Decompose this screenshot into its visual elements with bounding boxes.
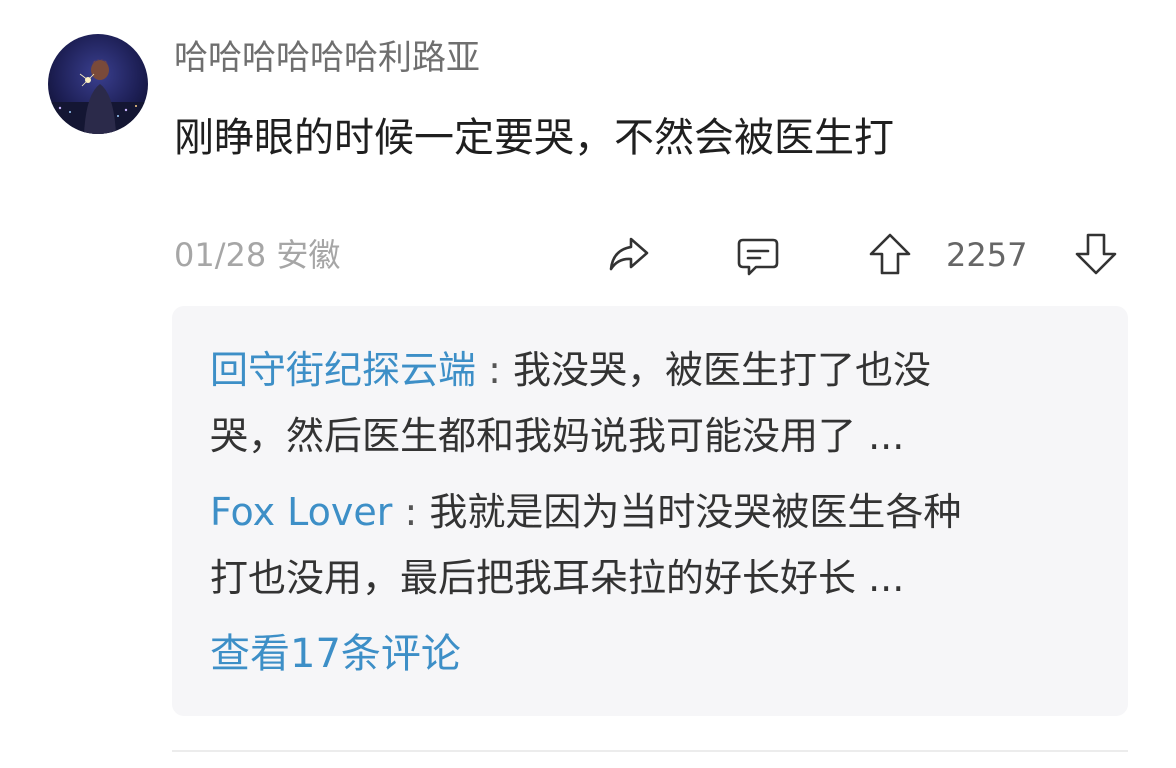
reply-1-text: 我没哭，被医生打了也没 [512,348,931,392]
comment-username[interactable]: 哈哈哈哈哈哈利路亚 [174,34,480,82]
arrow-down-icon [1075,233,1117,275]
divider [172,750,1128,752]
comment-location: 安徽 [276,236,341,274]
reply-2-text: 我就是因为当时没哭被医生各种 [429,490,962,534]
avatar[interactable] [48,34,148,134]
reply-1-author[interactable]: 回守街纪探云端 [210,348,476,392]
comment-meta: 01/28 安徽 [174,232,340,278]
comment-text: 刚睁眼的时候一定要哭，不然会被医生打 [174,115,894,161]
reply-button[interactable] [732,230,784,282]
reply-separator: : [392,490,430,534]
replies-panel: 回守街纪探云端 : 我没哭，被医生打了也没 哭，然后医生都和我妈说我可能没用了 … [172,306,1128,716]
arrow-up-icon [869,233,911,275]
reply-1-line-2[interactable]: 哭，然后医生都和我妈说我可能没用了 ... [210,402,904,470]
share-icon [609,237,649,271]
reply-2-line-1[interactable]: Fox Lover : 我就是因为当时没哭被医生各种 [210,478,961,546]
comment-icon [737,238,779,276]
avatar-night-city-image [48,34,148,134]
vote-count: 2257 [946,236,1028,274]
reply-1-line-1[interactable]: 回守街纪探云端 : 我没哭，被医生打了也没 [210,336,931,404]
upvote-button[interactable] [864,228,916,280]
view-all-comments-link[interactable]: 查看17条评论 [210,620,461,688]
share-button[interactable] [602,228,654,280]
reply-separator: : [476,348,513,392]
reply-2-line-2[interactable]: 打也没用，最后把我耳朵拉的好长好长 ... [210,544,904,612]
downvote-button[interactable] [1070,228,1122,280]
reply-2-author[interactable]: Fox Lover [210,490,392,534]
comment-date: 01/28 [174,236,267,274]
